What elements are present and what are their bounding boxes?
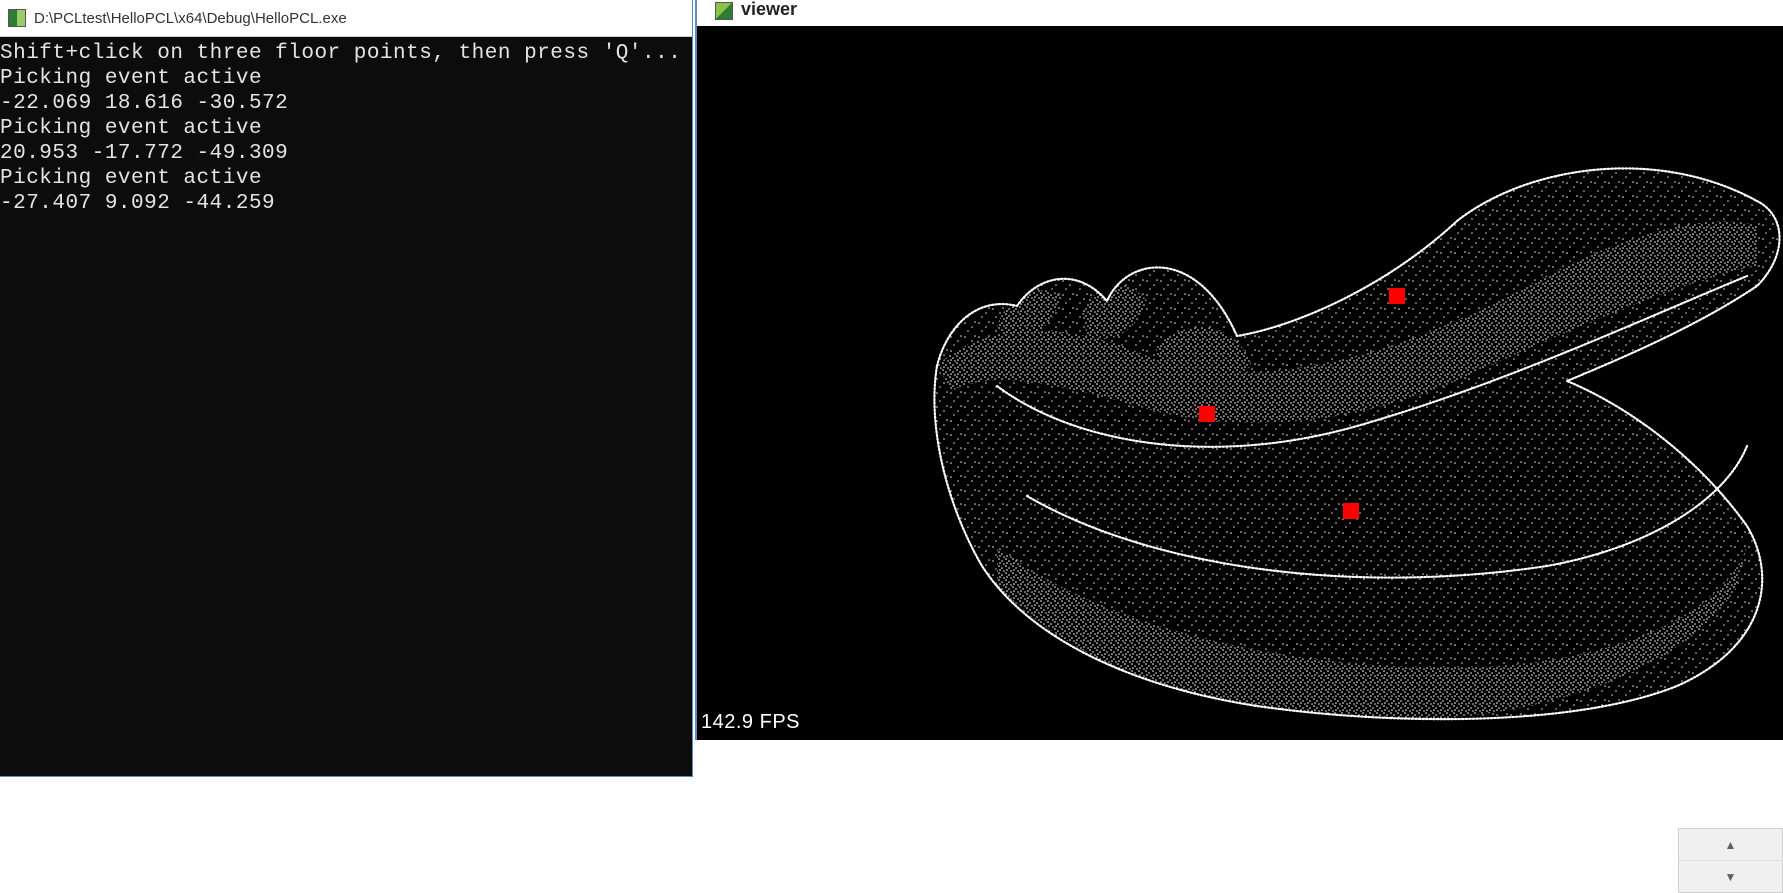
viewer-titlebar[interactable]: viewer	[697, 0, 1783, 20]
console-output[interactable]: Shift+click on three floor points, then …	[0, 37, 692, 776]
console-line: Picking event active	[0, 167, 262, 190]
point-cloud-render	[697, 26, 1783, 740]
scroll-widget[interactable]: ▲ ▼	[1678, 828, 1783, 893]
viewer-app-icon	[715, 2, 733, 20]
console-title: D:\PCLtest\HelloPCL\x64\Debug\HelloPCL.e…	[34, 10, 347, 27]
picked-point-marker	[1199, 406, 1215, 422]
viewer-window[interactable]: viewer	[695, 0, 1783, 740]
picked-point-marker	[1389, 288, 1405, 304]
fps-counter: 142.9 FPS	[701, 711, 800, 734]
console-titlebar[interactable]: D:\PCLtest\HelloPCL\x64\Debug\HelloPCL.e…	[0, 0, 692, 37]
console-app-icon	[8, 9, 26, 27]
console-line: -22.069 18.616 -30.572	[0, 92, 288, 115]
console-window[interactable]: D:\PCLtest\HelloPCL\x64\Debug\HelloPCL.e…	[0, 0, 692, 776]
desktop: D:\PCLtest\HelloPCL\x64\Debug\HelloPCL.e…	[0, 0, 1783, 893]
console-line: 20.953 -17.772 -49.309	[0, 142, 288, 165]
picked-point-marker	[1343, 503, 1359, 519]
console-line: -27.407 9.092 -44.259	[0, 192, 275, 215]
scroll-down-icon[interactable]: ▼	[1679, 861, 1782, 892]
console-line: Shift+click on three floor points, then …	[0, 42, 681, 65]
console-line: Picking event active	[0, 67, 262, 90]
console-line: Picking event active	[0, 117, 262, 140]
scroll-up-icon[interactable]: ▲	[1679, 829, 1782, 861]
viewer-title: viewer	[741, 0, 797, 20]
viewer-viewport[interactable]: 142.9 FPS	[697, 26, 1783, 740]
